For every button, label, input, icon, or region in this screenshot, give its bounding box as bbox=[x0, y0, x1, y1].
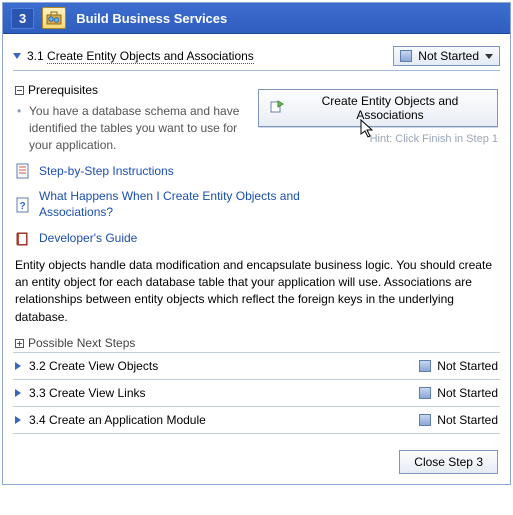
subsection-list: 3.2 Create View Objects Not Started 3.3 … bbox=[13, 352, 500, 434]
chevron-down-icon bbox=[13, 53, 21, 59]
toolbox-icon bbox=[42, 7, 66, 29]
step-number: 3 bbox=[11, 8, 34, 29]
document-list-icon bbox=[15, 163, 31, 179]
prerequisites-toggle[interactable]: Prerequisites bbox=[15, 83, 240, 97]
chevron-right-icon bbox=[15, 362, 21, 370]
svg-text:?: ? bbox=[19, 201, 25, 212]
status-square-icon bbox=[419, 387, 431, 399]
subsection-row[interactable]: 3.2 Create View Objects Not Started bbox=[13, 353, 500, 380]
wizard-icon bbox=[269, 99, 285, 118]
link-step-by-step[interactable]: Step-by-Step Instructions bbox=[15, 163, 498, 179]
status-dropdown[interactable]: Not Started bbox=[393, 46, 500, 66]
chevron-right-icon bbox=[15, 389, 21, 397]
subsection-row[interactable]: 3.4 Create an Application Module Not Sta… bbox=[13, 407, 500, 434]
prerequisite-text: You have a database schema and have iden… bbox=[15, 103, 240, 153]
status-label: Not Started bbox=[418, 49, 479, 63]
status-square-icon bbox=[400, 50, 412, 62]
section-body: Prerequisites You have a database schema… bbox=[13, 71, 500, 350]
section-header-row: 3.1 Create Entity Objects and Associatio… bbox=[13, 42, 500, 71]
expand-plus-icon bbox=[15, 339, 24, 348]
subsection-status: Not Started bbox=[419, 359, 498, 373]
prerequisites-heading: Prerequisites bbox=[28, 83, 98, 97]
status-square-icon bbox=[419, 414, 431, 426]
book-icon bbox=[15, 231, 31, 247]
footer: Close Step 3 bbox=[3, 436, 510, 484]
dropdown-arrow-icon bbox=[485, 54, 493, 59]
chevron-right-icon bbox=[15, 416, 21, 424]
header-bar: 3 Build Business Services bbox=[3, 3, 510, 34]
create-button-label: Create Entity Objects and Associations bbox=[293, 94, 487, 122]
section-title: 3.1 Create Entity Objects and Associatio… bbox=[27, 49, 254, 63]
collapse-minus-icon bbox=[15, 86, 24, 95]
possible-next-toggle[interactable]: Possible Next Steps bbox=[15, 336, 498, 350]
hint-text: Hint: Click Finish in Step 1 bbox=[258, 133, 498, 145]
subsection-row[interactable]: 3.3 Create View Links Not Started bbox=[13, 380, 500, 407]
subsection-status: Not Started bbox=[419, 386, 498, 400]
document-question-icon: ? bbox=[15, 197, 31, 213]
status-square-icon bbox=[419, 360, 431, 372]
subsection-status: Not Started bbox=[419, 413, 498, 427]
create-entity-objects-button[interactable]: Create Entity Objects and Associations bbox=[258, 89, 498, 127]
header-title: Build Business Services bbox=[76, 11, 227, 26]
description-text: Entity objects handle data modification … bbox=[15, 257, 498, 327]
link-developers-guide[interactable]: Developer's Guide bbox=[15, 231, 498, 247]
close-step-button[interactable]: Close Step 3 bbox=[399, 450, 498, 474]
possible-next-label: Possible Next Steps bbox=[28, 336, 135, 350]
section-expander[interactable]: 3.1 Create Entity Objects and Associatio… bbox=[13, 49, 254, 63]
link-what-happens[interactable]: ? What Happens When I Create Entity Obje… bbox=[15, 189, 498, 220]
wizard-panel: 3 Build Business Services 3.1 Create Ent… bbox=[2, 2, 511, 485]
